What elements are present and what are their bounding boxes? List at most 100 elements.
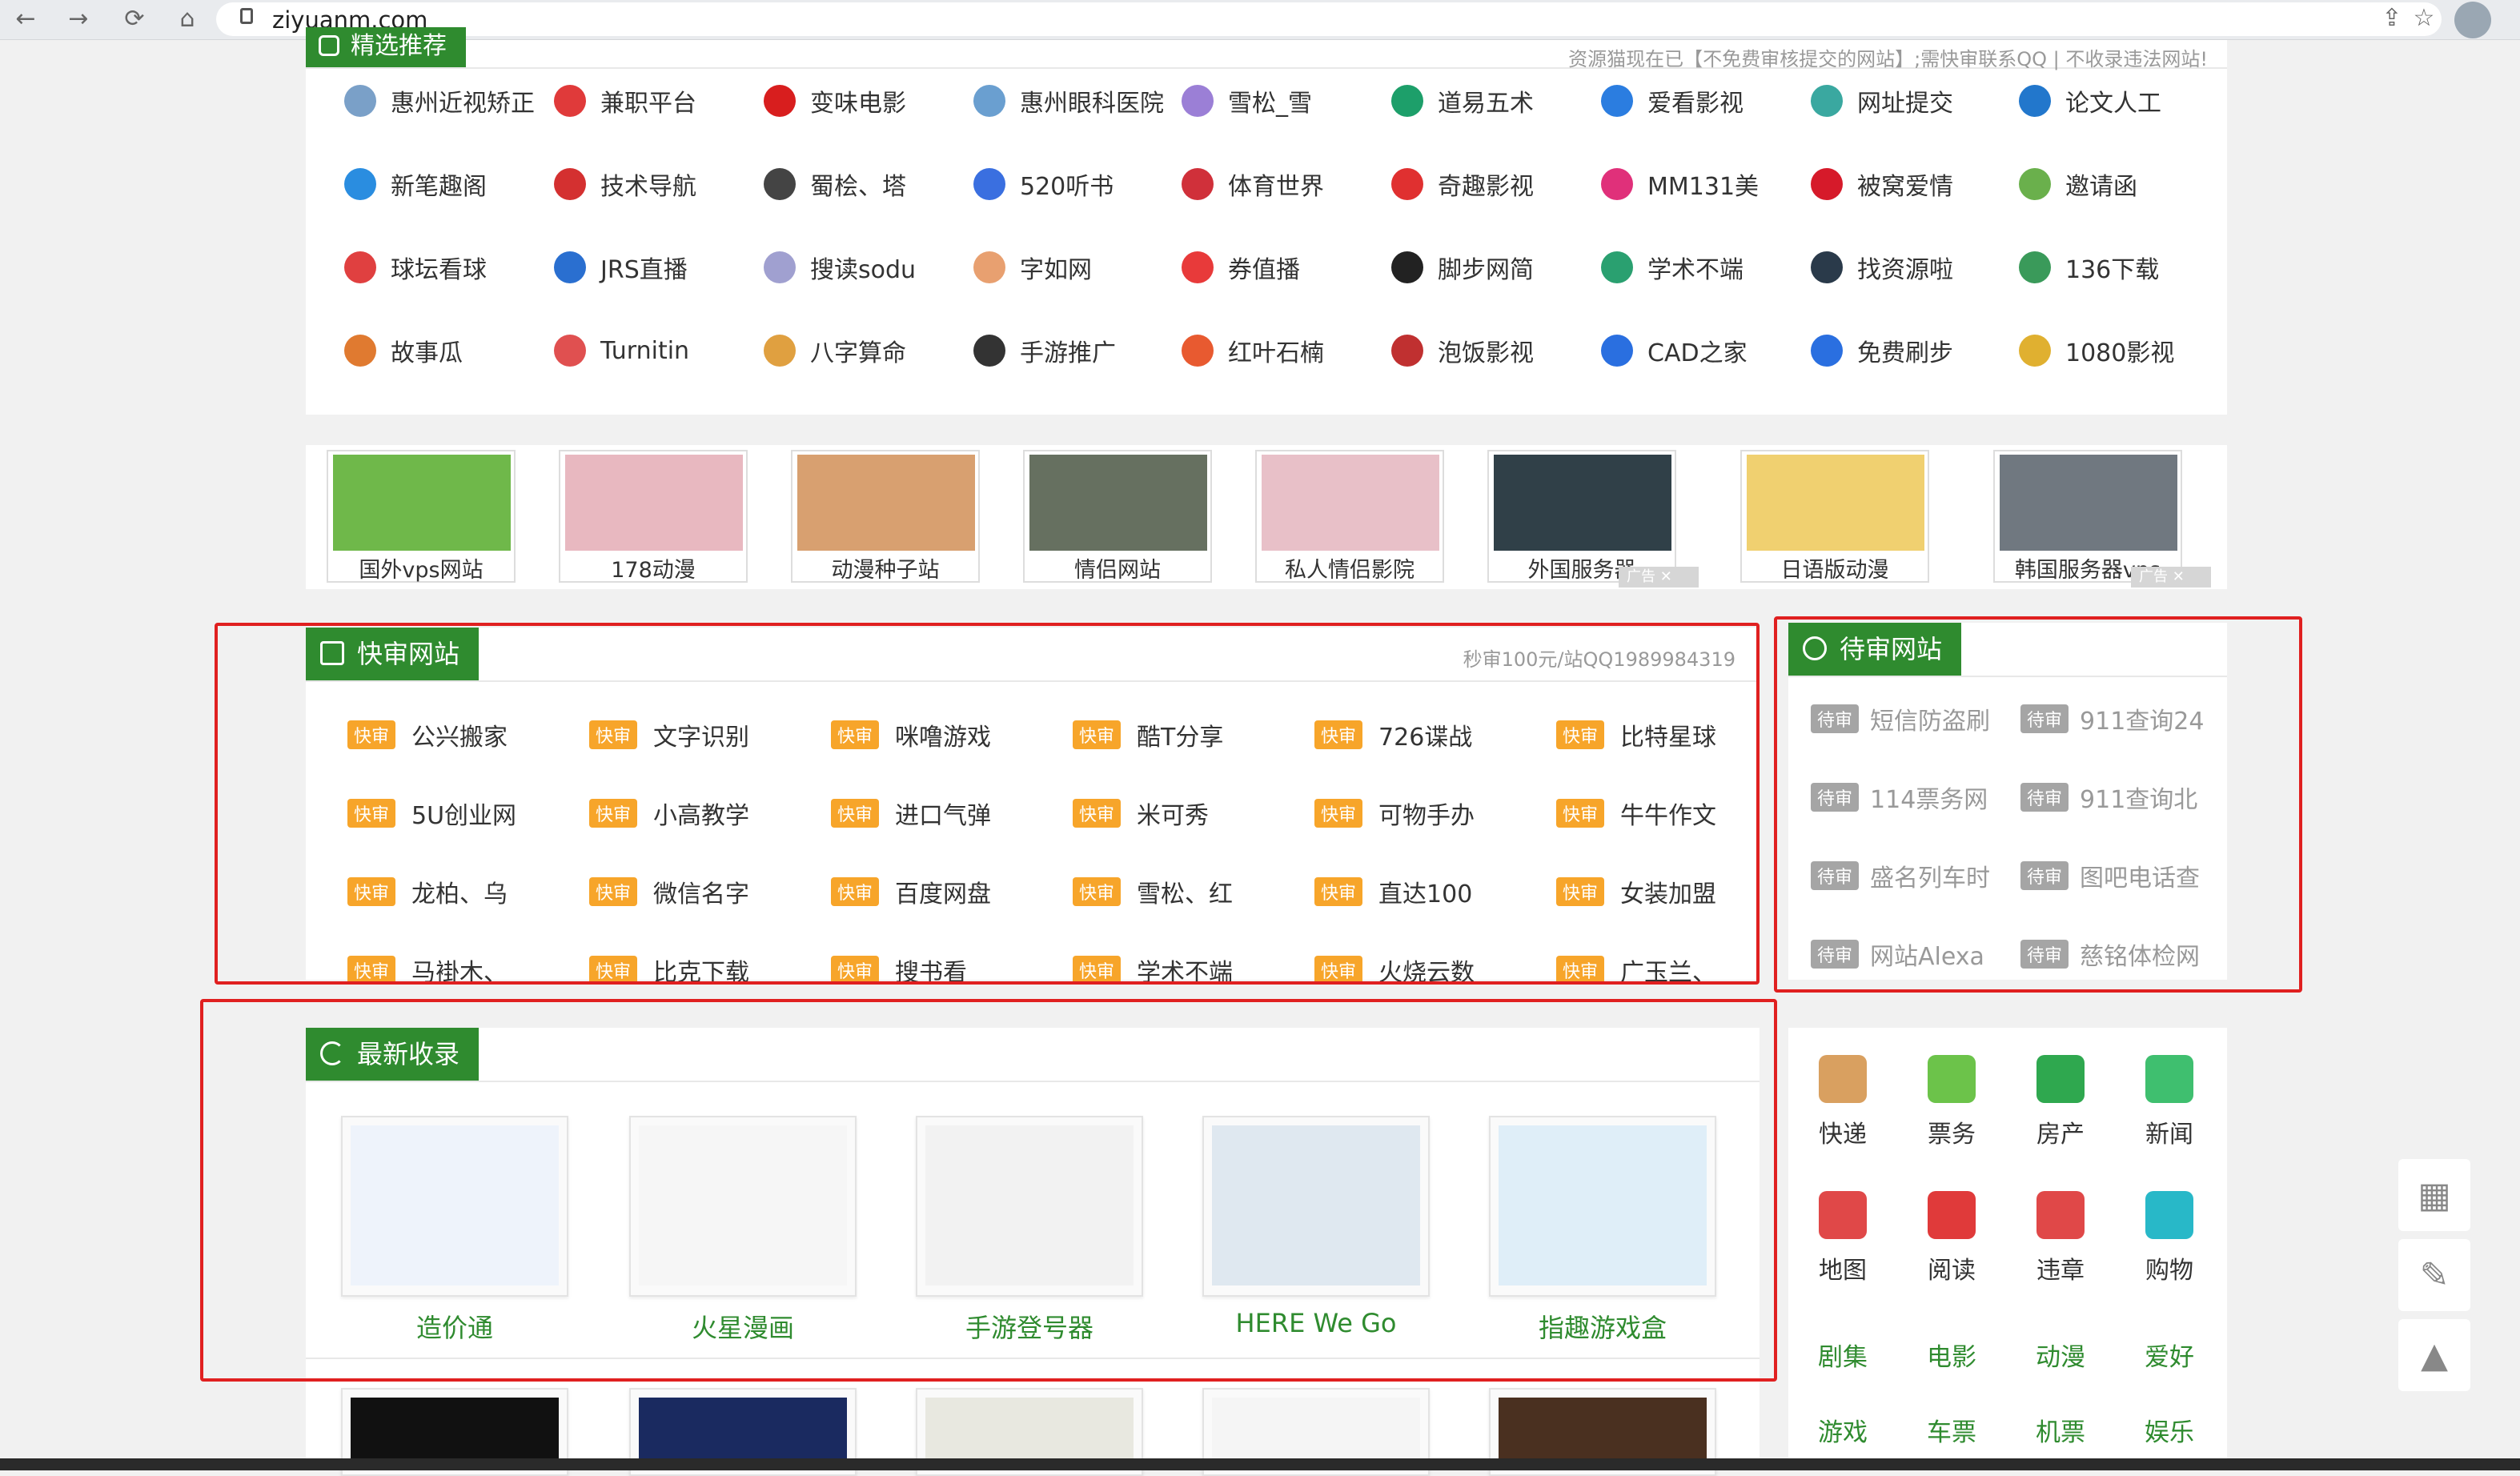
featured-site-link[interactable]: 红叶石楠: [1182, 327, 1382, 375]
featured-site-link[interactable]: 技术导航: [554, 160, 754, 208]
forward-icon[interactable]: →: [64, 5, 93, 33]
featured-site-link[interactable]: 故事瓜: [344, 327, 544, 375]
featured-site-link[interactable]: 字如网: [973, 243, 1174, 291]
ad-thumbnail[interactable]: 日语版动漫: [1740, 450, 1929, 583]
pending-highlight: [1774, 616, 2302, 993]
featured-site-link[interactable]: 新笔趣阁: [344, 160, 544, 208]
featured-site-link[interactable]: 被窝爱情: [1811, 160, 2011, 208]
ad-image: [1262, 455, 1439, 551]
category-word-link[interactable]: 爱好: [2129, 1337, 2209, 1373]
category-word-link[interactable]: 电影: [1912, 1337, 1992, 1373]
featured-site-link[interactable]: 变味电影: [764, 77, 964, 125]
lock-icon: [240, 8, 253, 24]
ad-thumbnail[interactable]: 私人情侣影院: [1255, 450, 1444, 583]
featured-site-link[interactable]: 券值播: [1182, 243, 1382, 291]
site-logo-icon: [1811, 335, 1843, 367]
featured-site-label: MM131美: [1647, 173, 1760, 201]
featured-site-link[interactable]: 1080影视: [2019, 327, 2219, 375]
star-icon[interactable]: ☆: [2410, 4, 2438, 32]
category-house[interactable]: 房产: [2020, 1055, 2101, 1149]
category-word-link[interactable]: 动漫: [2020, 1337, 2101, 1373]
ticket-icon: [1928, 1055, 1976, 1103]
featured-site-link[interactable]: JRS直播: [554, 243, 754, 291]
ad-thumbnail[interactable]: 外国服务器: [1487, 450, 1676, 583]
ad-thumbnail[interactable]: 动漫种子站: [791, 450, 980, 583]
featured-site-label: 惠州眼科医院: [1020, 90, 1164, 118]
featured-site-label: 学术不端: [1647, 256, 1744, 284]
featured-site-link[interactable]: 520听书: [973, 160, 1174, 208]
categories-panel: 快递 票务 房产 新闻地图 阅读 违章 购物剧集 电影 动漫 爱好游戏 车票 机票 娱乐: [1788, 1028, 2227, 1470]
ad-image: [797, 455, 975, 551]
featured-notice: 资源猫现在已【不免费审核提交的网站】;需快审联系QQ | 不收录违法网站!: [1568, 48, 2208, 70]
category-word-link[interactable]: 机票: [2020, 1412, 2101, 1448]
back-icon[interactable]: ←: [11, 5, 40, 33]
ad-caption: 国外vps网站: [359, 558, 484, 583]
category-box[interactable]: 快递: [1803, 1055, 1883, 1149]
reload-icon[interactable]: ⟳: [120, 5, 149, 33]
featured-site-link[interactable]: 八字算命: [764, 327, 964, 375]
featured-site-link[interactable]: MM131美: [1601, 160, 1801, 208]
edit-button[interactable]: ✎: [2398, 1239, 2470, 1311]
category-stop-sign[interactable]: 违章: [2020, 1191, 2101, 1285]
featured-site-link[interactable]: 雪松_雪: [1182, 77, 1382, 125]
featured-site-link[interactable]: 脚步网简: [1391, 243, 1591, 291]
site-logo-icon: [973, 251, 1005, 283]
category-ticket[interactable]: 票务: [1912, 1055, 1992, 1149]
shopping-bag-icon: [2145, 1191, 2193, 1239]
category-word-link[interactable]: 游戏: [1803, 1412, 1883, 1448]
ad-thumbnail[interactable]: 178动漫: [559, 450, 748, 583]
qr-code-button[interactable]: ▦: [2398, 1159, 2470, 1231]
featured-site-link[interactable]: 免费刷步: [1811, 327, 2011, 375]
category-word-link[interactable]: 剧集: [1803, 1337, 1883, 1373]
featured-site-label: 红叶石楠: [1228, 339, 1324, 367]
featured-site-link[interactable]: 奇趣影视: [1391, 160, 1591, 208]
avatar[interactable]: [2454, 2, 2491, 38]
address-bar[interactable]: ziyuanm.com ⇪ ☆: [216, 2, 2442, 36]
category-word-link[interactable]: 车票: [1912, 1412, 1992, 1448]
featured-site-label: 被窝爱情: [1857, 173, 1953, 201]
featured-site-link[interactable]: 136下载: [2019, 243, 2219, 291]
featured-site-link[interactable]: 球坛看球: [344, 243, 544, 291]
ad-image: [2000, 455, 2177, 551]
featured-site-link[interactable]: 找资源啦: [1811, 243, 2011, 291]
featured-site-link[interactable]: 爱看影视: [1601, 77, 1801, 125]
featured-site-link[interactable]: 搜读sodu: [764, 243, 964, 291]
ad-thumbnail[interactable]: 国外vps网站: [327, 450, 516, 583]
category-book[interactable]: 阅读: [1912, 1191, 1992, 1285]
category-map[interactable]: 地图: [1803, 1191, 1883, 1285]
featured-site-link[interactable]: 蜀桧、塔: [764, 160, 964, 208]
share-icon[interactable]: ⇪: [2378, 4, 2406, 32]
site-logo-icon: [1391, 85, 1423, 117]
featured-site-label: 136下载: [2065, 256, 2160, 284]
site-logo-icon: [1182, 251, 1214, 283]
featured-site-link[interactable]: 泡饭影视: [1391, 327, 1591, 375]
featured-site-link[interactable]: 论文人工: [2019, 77, 2219, 125]
ad-label-left: 广告 ✕: [1619, 567, 1699, 588]
featured-site-link[interactable]: 体育世界: [1182, 160, 1382, 208]
featured-site-link[interactable]: 道易五术: [1391, 77, 1591, 125]
category-news[interactable]: 新闻: [2129, 1055, 2209, 1149]
site-logo-icon: [554, 335, 586, 367]
featured-site-label: 球坛看球: [391, 256, 487, 284]
ad-caption: 日语版动漫: [1780, 558, 1889, 583]
category-shopping-bag[interactable]: 购物: [2129, 1191, 2209, 1285]
site-logo-icon: [764, 335, 796, 367]
ad-thumbnail[interactable]: 韩国服务器vps: [1993, 450, 2182, 583]
featured-site-link[interactable]: 惠州眼科医院: [973, 77, 1174, 125]
site-logo-icon: [1811, 251, 1843, 283]
featured-site-link[interactable]: 邀请函: [2019, 160, 2219, 208]
featured-site-link[interactable]: 手游推广: [973, 327, 1174, 375]
back-to-top-button[interactable]: ▲: [2398, 1319, 2470, 1391]
featured-site-link[interactable]: CAD之家: [1601, 327, 1801, 375]
featured-site-label: Turnitin: [600, 336, 690, 365]
category-word-link[interactable]: 娱乐: [2129, 1412, 2209, 1448]
featured-site-link[interactable]: 学术不端: [1601, 243, 1801, 291]
featured-site-link[interactable]: Turnitin: [554, 327, 754, 375]
featured-site-link[interactable]: 惠州近视矫正: [344, 77, 544, 125]
featured-site-link[interactable]: 网址提交: [1811, 77, 2011, 125]
featured-site-link[interactable]: 兼职平台: [554, 77, 754, 125]
ad-thumbnail[interactable]: 情侣网站: [1023, 450, 1212, 583]
site-logo-icon: [973, 335, 1005, 367]
home-icon[interactable]: ⌂: [173, 5, 202, 33]
featured-site-label: 爱看影视: [1647, 90, 1744, 118]
